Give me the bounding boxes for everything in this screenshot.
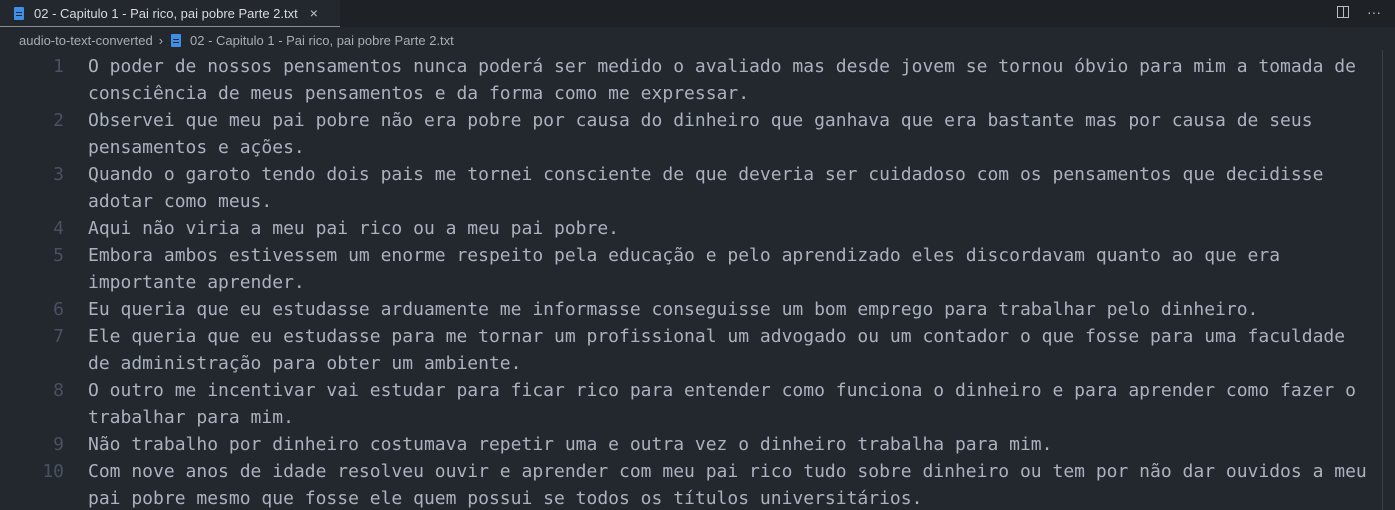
editor-line[interactable]: 7 Ele queria que eu estudasse para me tor… — [0, 323, 1395, 350]
line-number: 6 — [53, 299, 64, 320]
tab-active-file[interactable]: 02 - Capitulo 1 - Pai rico, pai pobre Pa… — [0, 0, 340, 27]
line-text: pai pobre mesmo que fosse ele quem possu… — [88, 488, 923, 509]
line-text: Eu queria que eu estudasse arduamente me… — [88, 299, 1259, 320]
line-number — [0, 350, 64, 377]
text-editor[interactable]: 1 O poder de nossos pensamentos nunca pod… — [0, 53, 1395, 510]
editor-line[interactable]: pai pobre mesmo que fosse ele quem possu… — [0, 485, 1395, 510]
editor-line[interactable]: adotar como meus. — [0, 188, 1395, 215]
editor-line[interactable]: 3 Quando o garoto tendo dois pais me torn… — [0, 161, 1395, 188]
breadcrumb-folder[interactable]: audio-to-text-converted — [19, 33, 153, 48]
line-text: Embora ambos estivessem um enorme respei… — [88, 245, 1281, 266]
line-number — [0, 404, 64, 431]
breadcrumb: audio-to-text-converted › 02 - Capitulo … — [0, 27, 1395, 53]
split-editor-icon[interactable] — [1337, 6, 1349, 18]
editor-line[interactable]: pensamentos e ações. — [0, 134, 1395, 161]
editor-line[interactable]: 6 Eu queria que eu estudasse arduamente m… — [0, 296, 1395, 323]
line-number — [0, 80, 64, 107]
breadcrumb-file[interactable]: 02 - Capitulo 1 - Pai rico, pai pobre Pa… — [190, 33, 454, 48]
file-icon — [14, 6, 24, 20]
line-number — [0, 485, 64, 510]
editor-line[interactable]: 10 Com nove anos de idade resolveu ouvir … — [0, 458, 1395, 485]
editor-line[interactable]: 2 Observei que meu pai pobre não era pobr… — [0, 107, 1395, 134]
line-text: de administração para obter um ambiente. — [88, 353, 522, 374]
close-tab-icon[interactable]: × — [310, 5, 318, 21]
line-text: O poder de nossos pensamentos nunca pode… — [88, 56, 1356, 77]
editor-line[interactable]: consciência de meus pensamentos e da for… — [0, 80, 1395, 107]
line-number: 2 — [53, 110, 64, 131]
line-text: Com nove anos de idade resolveu ouvir e … — [88, 461, 1367, 482]
line-number — [0, 269, 64, 296]
line-text: importante aprender. — [88, 272, 305, 293]
line-text: consciência de meus pensamentos e da for… — [88, 83, 750, 104]
line-text: Não trabalho por dinheiro costumava repe… — [88, 434, 1053, 455]
line-text: Quando o garoto tendo dois pais me torne… — [88, 164, 1324, 185]
editor-line[interactable]: 4 Aqui não viria a meu pai rico ou a meu … — [0, 215, 1395, 242]
file-icon — [171, 33, 182, 47]
tab-bar: 02 - Capitulo 1 - Pai rico, pai pobre Pa… — [0, 0, 1395, 27]
line-text: O outro me incentivar vai estudar para f… — [88, 380, 1356, 401]
line-number: 5 — [53, 245, 64, 266]
line-text: Aqui não viria a meu pai rico ou a meu p… — [88, 218, 620, 239]
line-number: 1 — [53, 56, 64, 77]
editor-line[interactable]: trabalhar para mim. — [0, 404, 1395, 431]
editor-line[interactable]: 1 O poder de nossos pensamentos nunca pod… — [0, 53, 1395, 80]
line-number: 7 — [53, 326, 64, 347]
line-number: 10 — [42, 461, 64, 482]
line-number — [0, 134, 64, 161]
line-number — [0, 188, 64, 215]
more-actions-icon[interactable]: ··· — [1367, 4, 1381, 20]
line-number: 8 — [53, 380, 64, 401]
chevron-right-icon: › — [158, 32, 164, 48]
editor-line[interactable]: 8 O outro me incentivar vai estudar para … — [0, 377, 1395, 404]
editor-line[interactable]: 9 Não trabalho por dinheiro costumava rep… — [0, 431, 1395, 458]
line-text: Ele queria que eu estudasse para me torn… — [88, 326, 1346, 347]
line-text: trabalhar para mim. — [88, 407, 294, 428]
line-text: adotar como meus. — [88, 191, 273, 212]
line-number: 3 — [53, 164, 64, 185]
line-number: 4 — [53, 218, 64, 239]
line-text: pensamentos e ações. — [88, 137, 305, 158]
editor-line[interactable]: 5 Embora ambos estivessem um enorme respe… — [0, 242, 1395, 269]
line-number: 9 — [53, 434, 64, 455]
line-text: Observei que meu pai pobre não era pobre… — [88, 110, 1313, 131]
editor-line[interactable]: importante aprender. — [0, 269, 1395, 296]
tab-title: 02 - Capitulo 1 - Pai rico, pai pobre Pa… — [34, 5, 298, 21]
minimap-border — [1382, 50, 1383, 510]
editor-line[interactable]: de administração para obter um ambiente. — [0, 350, 1395, 377]
